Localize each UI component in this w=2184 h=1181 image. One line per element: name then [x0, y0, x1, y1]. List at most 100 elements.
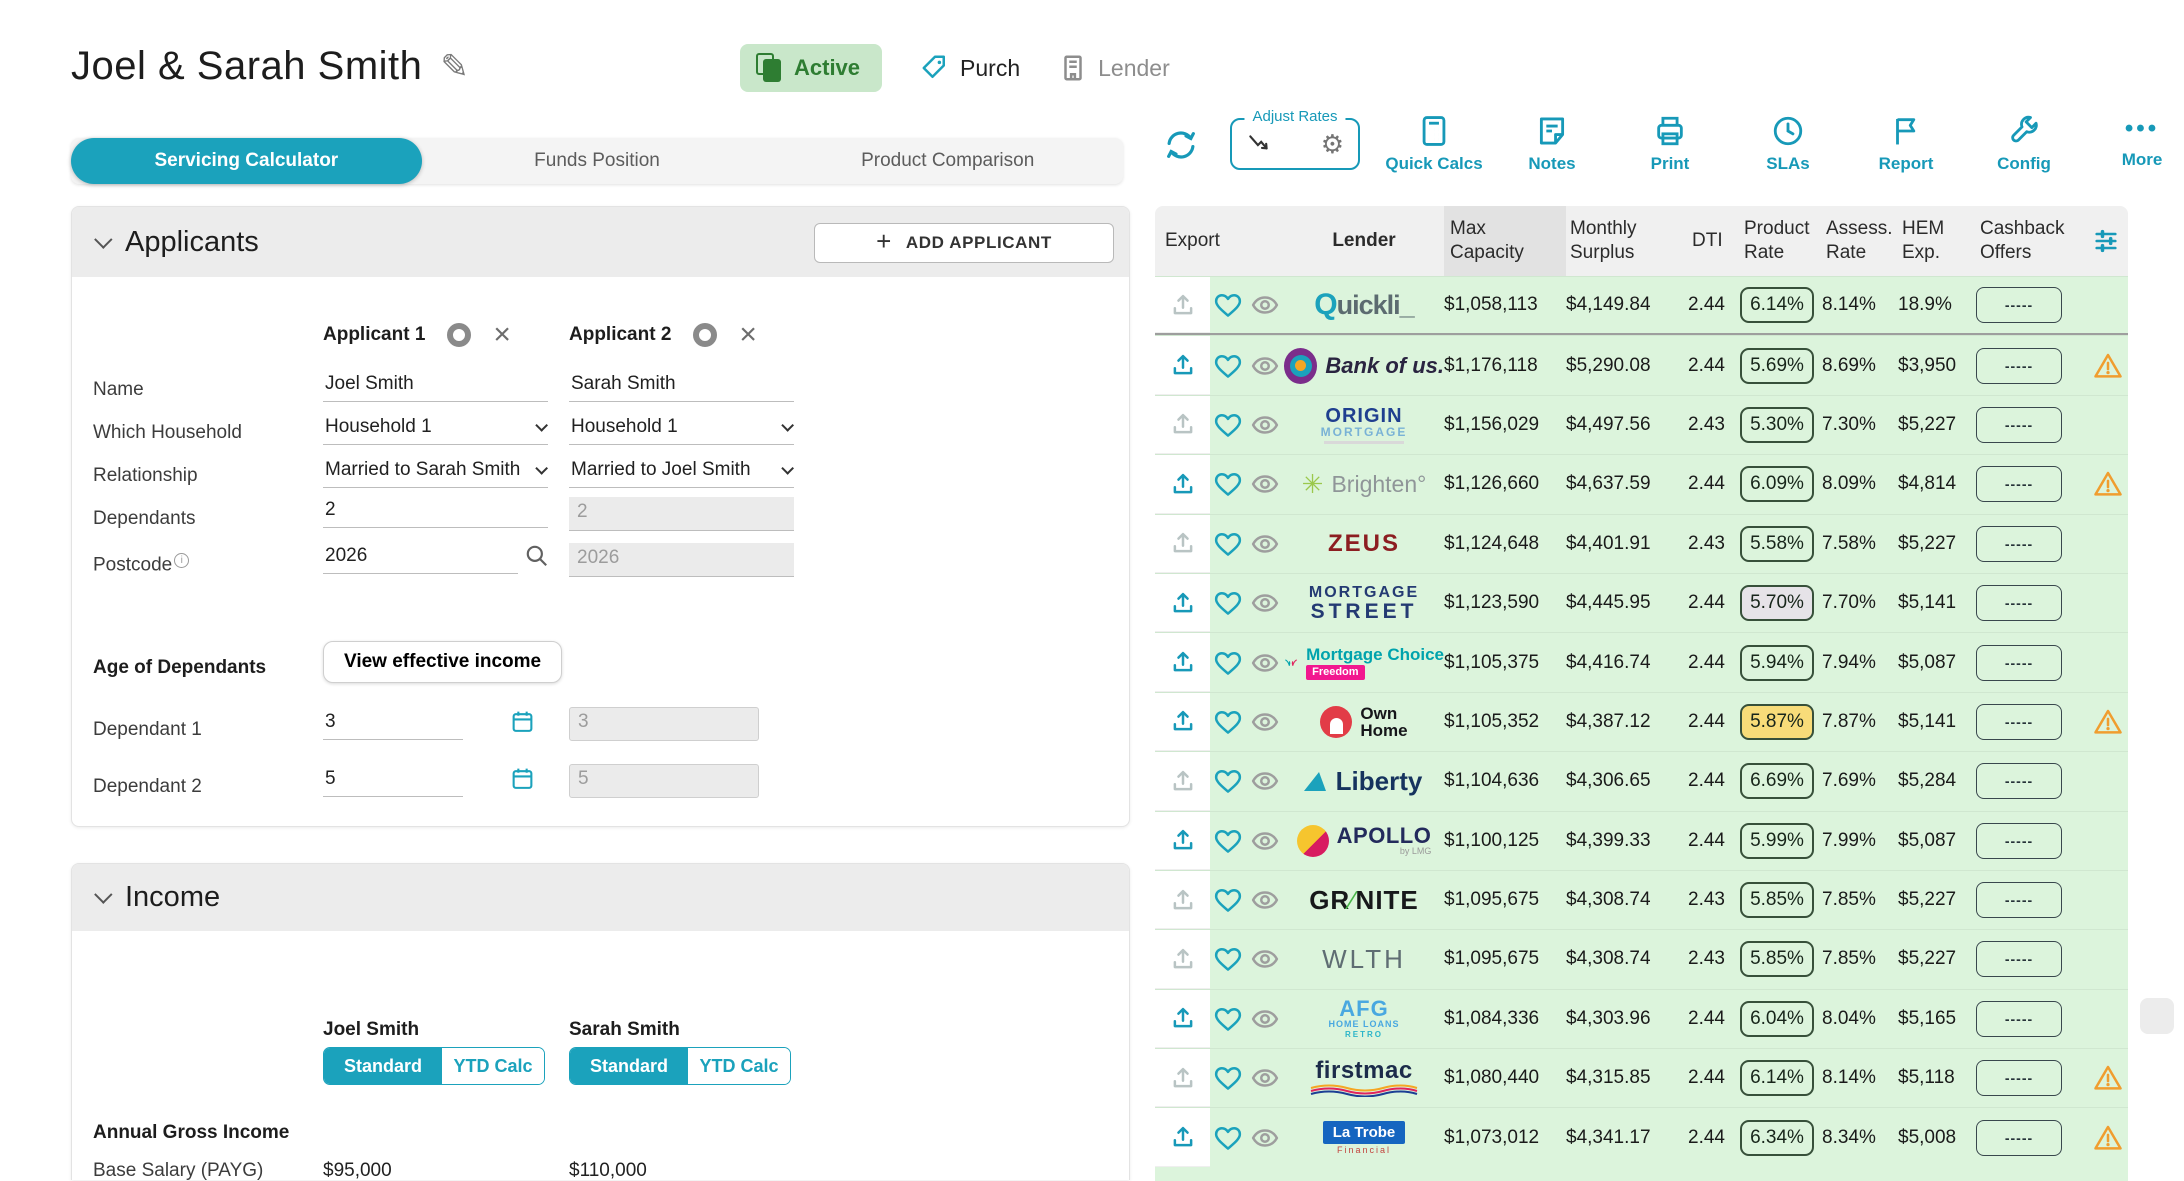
favourite-button[interactable]	[1210, 1123, 1246, 1153]
export-button[interactable]	[1155, 871, 1210, 929]
cashback-offers-button[interactable]: -----	[1976, 348, 2062, 384]
export-button[interactable]	[1155, 277, 1210, 333]
collapse-chevron-icon[interactable]	[94, 885, 112, 903]
sync-icon[interactable]	[1162, 126, 1200, 164]
favourite-button[interactable]	[1210, 1004, 1246, 1034]
toolbar-report[interactable]: Report	[1862, 108, 1950, 174]
lender-logo-wlth[interactable]: WLTH	[1284, 944, 1444, 975]
favourite-button[interactable]	[1210, 885, 1246, 915]
view-details-button[interactable]	[1246, 1004, 1284, 1034]
channel-chip[interactable]: Lender	[1058, 53, 1170, 83]
toggle-standard[interactable]: Standard	[570, 1048, 688, 1084]
favourite-button[interactable]	[1210, 944, 1246, 974]
view-details-button[interactable]	[1246, 469, 1284, 499]
export-button[interactable]	[1155, 633, 1210, 691]
cashback-offers-button[interactable]: -----	[1976, 466, 2062, 502]
col-header-monthly-surplus[interactable]: Monthly Surplus	[1566, 217, 1688, 265]
relationship-select-applicant1[interactable]: Married to Sarah Smith	[323, 457, 548, 488]
product-rate-button[interactable]: 5.94%	[1740, 645, 1814, 681]
col-header-assess-rate[interactable]: Assess. Rate	[1822, 217, 1898, 265]
export-button[interactable]	[1155, 336, 1210, 394]
export-button[interactable]	[1155, 752, 1210, 810]
export-button[interactable]	[1155, 990, 1210, 1048]
toolbar-notes[interactable]: Notes	[1508, 108, 1596, 174]
household-select-applicant1[interactable]: Household 1	[323, 414, 548, 445]
favourite-button[interactable]	[1210, 529, 1246, 559]
lender-logo-liberty[interactable]: Liberty	[1284, 766, 1444, 797]
lender-logo-brighten[interactable]: ✳Brighten°	[1284, 469, 1444, 500]
lender-logo-zeus[interactable]: ZEUS	[1284, 530, 1444, 558]
dependants-input-applicant1[interactable]	[323, 497, 548, 528]
relationship-select-applicant2[interactable]: Married to Joel Smith	[569, 457, 794, 488]
product-rate-button[interactable]: 6.14%	[1740, 1060, 1814, 1096]
cashback-offers-button[interactable]: -----	[1976, 526, 2062, 562]
base-salary-value-applicant1[interactable]: $95,000	[323, 1160, 392, 1180]
toolbar-slas[interactable]: SLAs	[1744, 108, 1832, 174]
lender-logo-bankofus[interactable]: Bank of us.	[1284, 348, 1444, 384]
name-input-applicant2[interactable]	[569, 371, 794, 402]
visibility-toggle-icon[interactable]	[447, 323, 471, 347]
gear-icon[interactable]: ⚙	[1321, 131, 1344, 157]
favourite-button[interactable]	[1210, 410, 1246, 440]
favourite-button[interactable]	[1210, 707, 1246, 737]
lender-logo-firstmac[interactable]: firstmac	[1284, 1059, 1444, 1097]
cashback-offers-button[interactable]: -----	[1976, 1120, 2062, 1156]
cashback-offers-button[interactable]: -----	[1976, 645, 2062, 681]
export-button[interactable]	[1155, 930, 1210, 988]
view-details-button[interactable]	[1246, 529, 1284, 559]
warning-icon[interactable]	[2093, 1123, 2123, 1153]
warning-icon[interactable]	[2093, 469, 2123, 499]
col-header-export[interactable]: Export	[1155, 229, 1210, 253]
view-details-button[interactable]	[1246, 944, 1284, 974]
lender-logo-ownhome[interactable]: OwnHome	[1284, 705, 1444, 739]
tab-product-comparison[interactable]: Product Comparison	[772, 138, 1123, 184]
col-header-product-rate[interactable]: Product Rate	[1740, 217, 1822, 265]
scrollbar-thumb[interactable]	[2140, 998, 2174, 1034]
export-button[interactable]	[1155, 812, 1210, 870]
search-icon[interactable]	[524, 543, 550, 569]
col-header-dti[interactable]: DTI	[1688, 229, 1740, 253]
product-rate-button[interactable]: 6.04%	[1740, 1001, 1814, 1037]
cashback-offers-button[interactable]: -----	[1976, 882, 2062, 918]
lender-logo-mortgagestreet[interactable]: MORTGAGESTREET	[1284, 585, 1444, 622]
product-rate-button[interactable]: 5.70%	[1740, 585, 1814, 621]
product-rate-button[interactable]: 5.87%	[1740, 704, 1814, 740]
cashback-offers-button[interactable]: -----	[1976, 763, 2062, 799]
product-rate-button[interactable]: 5.69%	[1740, 348, 1814, 384]
cashback-offers-button[interactable]: -----	[1976, 941, 2062, 977]
toggle-ytd-calc[interactable]: YTD Calc	[442, 1048, 544, 1084]
column-settings-button[interactable]	[2088, 227, 2128, 255]
calendar-icon[interactable]	[510, 709, 535, 734]
view-details-button[interactable]	[1246, 410, 1284, 440]
cashback-offers-button[interactable]: -----	[1976, 585, 2062, 621]
favourite-button[interactable]	[1210, 469, 1246, 499]
view-details-button[interactable]	[1246, 766, 1284, 796]
product-rate-button[interactable]: 6.09%	[1740, 466, 1814, 502]
warning-icon[interactable]	[2093, 351, 2123, 381]
export-button[interactable]	[1155, 515, 1210, 573]
export-button[interactable]	[1155, 455, 1210, 513]
lender-logo-origin[interactable]: ORIGINMORTGAGE	[1284, 406, 1444, 444]
favourite-button[interactable]	[1210, 648, 1246, 678]
product-rate-button[interactable]: 5.99%	[1740, 823, 1814, 859]
view-details-button[interactable]	[1246, 707, 1284, 737]
product-rate-button[interactable]: 6.14%	[1740, 287, 1814, 323]
cashback-offers-button[interactable]: -----	[1976, 407, 2062, 443]
col-header-cashback-offers[interactable]: Cashback Offers	[1976, 217, 2088, 265]
export-button[interactable]	[1155, 1108, 1210, 1166]
col-header-lender[interactable]: Lender	[1284, 229, 1444, 253]
product-rate-button[interactable]: 5.85%	[1740, 882, 1814, 918]
status-badge[interactable]: Active	[740, 44, 882, 92]
deal-type-chip[interactable]: Purch	[920, 53, 1020, 83]
product-rate-button[interactable]: 5.85%	[1740, 941, 1814, 977]
favourite-button[interactable]	[1210, 290, 1246, 320]
postcode-input-applicant1[interactable]	[323, 543, 518, 574]
tab-servicing-calculator[interactable]: Servicing Calculator	[71, 138, 422, 184]
dependant-1-age-input[interactable]	[323, 709, 463, 740]
cashback-offers-button[interactable]: -----	[1976, 287, 2062, 323]
view-details-button[interactable]	[1246, 290, 1284, 320]
export-button[interactable]	[1155, 1049, 1210, 1107]
lender-logo-mortgagechoice[interactable]: Mortgage ChoiceFreedom	[1284, 646, 1444, 680]
product-rate-button[interactable]: 5.30%	[1740, 407, 1814, 443]
edit-pencil-icon[interactable]: ✎	[440, 47, 469, 87]
